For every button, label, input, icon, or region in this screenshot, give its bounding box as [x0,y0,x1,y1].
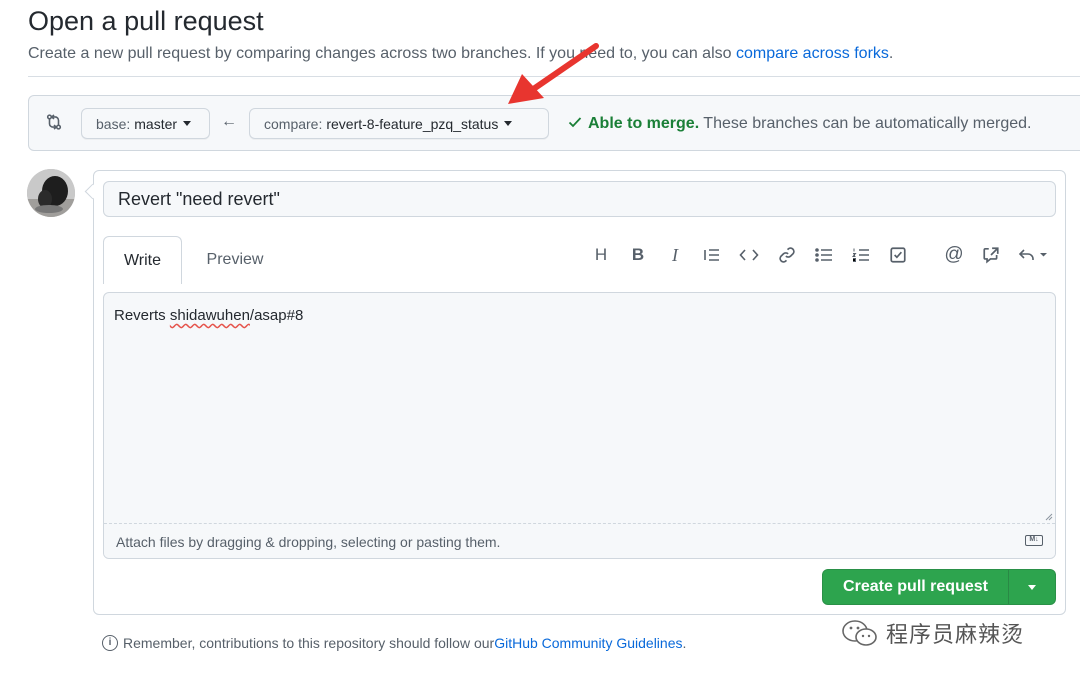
base-label: base: [96,115,131,132]
contribution-reminder: i Remember, contributions to this reposi… [102,635,686,651]
italic-icon[interactable]: I [663,244,687,266]
create-options-dropdown[interactable] [1009,584,1055,590]
body-textarea[interactable]: Reverts shidawuhen/asap#8 Attach files b… [103,292,1056,559]
attach-files-bar[interactable]: Attach files by dragging & dropping, sel… [104,523,1055,558]
subtitle-text: Create a new pull request by comparing c… [28,45,736,62]
resize-handle-icon[interactable] [1045,513,1053,521]
reply-icon[interactable] [1016,244,1052,266]
merge-status: Able to merge. These branches can be aut… [567,114,1031,135]
create-pull-request-button[interactable]: Create pull request [822,569,1056,605]
reminder-text: Remember, contributions to this reposito… [123,635,495,651]
body-text: Reverts shidawuhen/asap#8 [114,307,303,324]
body-misspelled-word: shidawuhen [169,307,250,324]
body-suffix: /asap#8 [249,307,304,324]
compare-value: revert-8-feature_pzq_status [326,115,499,132]
wechat-icon [842,620,877,646]
tab-write[interactable]: Write [103,236,182,284]
caret-down-icon [183,121,192,126]
reference-icon[interactable] [979,244,1003,266]
community-guidelines-link[interactable]: GitHub Community Guidelines [494,635,682,651]
create-pull-request-label: Create pull request [843,578,988,595]
compare-label: compare: [264,115,323,132]
page-subtitle: Create a new pull request by comparing c… [28,45,893,63]
tab-preview[interactable]: Preview [190,236,280,284]
page-title: Open a pull request [28,6,264,36]
base-value: master [134,115,178,132]
annotation-arrow-icon [508,43,599,104]
bold-icon[interactable]: B [626,244,650,266]
subtitle-suffix: . [888,45,894,62]
reminder-suffix: . [682,635,687,651]
body-prefix: Reverts [114,307,170,324]
info-icon: i [102,635,118,651]
avatar[interactable] [27,169,75,217]
mention-icon[interactable]: @ [942,244,966,266]
check-icon [567,114,583,135]
merge-description: These branches can be automatically merg… [703,115,1032,132]
watermark: 程序员麻辣烫 [840,617,1024,649]
markdown-icon[interactable]: M↓ [1025,535,1043,546]
base-branch-select[interactable]: base: master [81,108,210,139]
link-icon[interactable] [775,244,799,266]
ordered-list-icon[interactable] [849,244,873,266]
compare-branch-select[interactable]: compare: revert-8-feature_pzq_status [249,108,549,139]
quote-icon[interactable] [700,244,724,266]
caret-down-icon [1028,584,1036,590]
unordered-list-icon[interactable] [812,244,836,266]
code-icon[interactable] [737,244,761,266]
git-compare-icon [45,113,63,136]
merge-ok-text: Able to merge. [588,115,700,132]
attach-files-text: Attach files by dragging & dropping, sel… [116,534,501,550]
caret-down-icon [504,121,513,126]
heading-icon[interactable]: H [589,244,613,266]
compare-across-forks-link[interactable]: compare across forks [736,45,889,62]
task-list-icon[interactable] [886,244,910,266]
arrow-left-icon: ← [221,113,237,130]
title-input[interactable] [103,181,1056,217]
watermark-text: 程序员麻辣烫 [886,622,1025,647]
